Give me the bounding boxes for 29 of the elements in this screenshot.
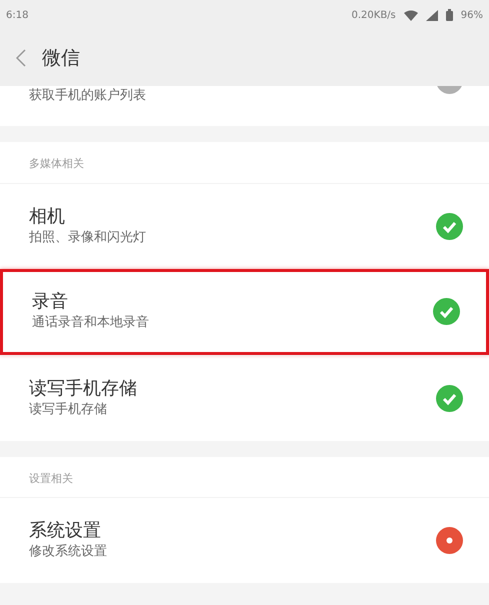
permission-row[interactable]: 获取手机的账户列表 (0, 86, 489, 126)
permission-title: 读写手机存储 (29, 376, 138, 400)
battery-icon (446, 9, 453, 21)
back-icon[interactable] (16, 49, 26, 67)
highlighted-permission-row[interactable]: 录音 通话录音和本地录音 (0, 268, 489, 354)
battery-level: 96% (460, 8, 483, 22)
network-speed: 0.20KB/s (352, 8, 396, 22)
permission-title: 相机 (29, 204, 66, 228)
status-icon[interactable] (436, 86, 463, 94)
permission-description: 通话录音和本地录音 (32, 314, 150, 332)
permission-description: 拍照、录像和闪光灯 (29, 228, 147, 247)
check-icon[interactable] (436, 212, 463, 240)
page-title: 微信 (42, 46, 80, 71)
permission-description: 修改系统设置 (29, 543, 108, 562)
permission-title: 系统设置 (29, 519, 102, 542)
permission-row[interactable]: 系统设置 修改系统设置 (0, 497, 489, 583)
section-heading: 多媒体相关 (28, 156, 85, 172)
wifi-icon (404, 10, 418, 20)
check-icon[interactable] (436, 384, 463, 412)
permission-row[interactable]: 读写手机存储 读写手机存储 (0, 354, 489, 440)
permission-title: 录音 (32, 290, 69, 314)
signal-icon (426, 10, 438, 20)
denied-icon[interactable] (436, 527, 463, 554)
permission-description: 读写手机存储 (29, 400, 108, 419)
section-heading: 设置相关 (28, 470, 74, 486)
check-icon[interactable] (433, 298, 460, 325)
permission-description: 获取手机的账户列表 (29, 87, 147, 105)
status-time: 6:18 (6, 8, 28, 22)
permission-row[interactable]: 相机 拍照、录像和闪光灯 (0, 182, 489, 268)
